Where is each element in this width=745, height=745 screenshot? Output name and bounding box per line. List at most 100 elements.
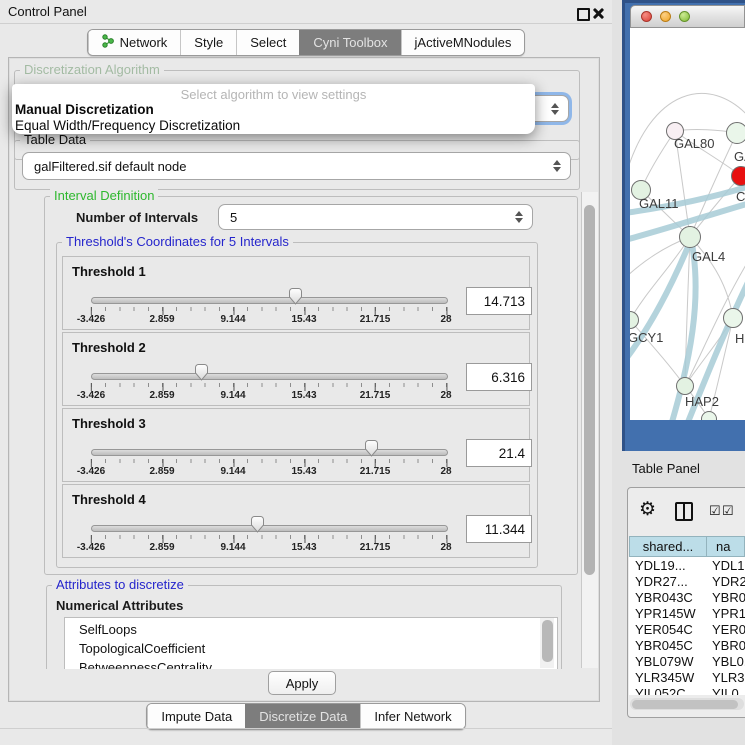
tab[interactable]: Style <box>180 30 236 55</box>
node-label: GAL4 <box>692 249 725 264</box>
attribute-list-item[interactable]: BetweennessCentrality <box>79 658 557 669</box>
tab[interactable]: Cyni Toolbox <box>299 30 400 55</box>
scale-tick-label: -3.426 <box>77 466 105 477</box>
control-panel-titlebar: Control Panel <box>0 0 612 24</box>
network-node-red[interactable] <box>731 166 745 186</box>
cell-name: YBR0... <box>707 638 745 653</box>
network-node[interactable] <box>726 122 745 144</box>
table-row[interactable]: YIL052C YIL0... <box>629 685 745 695</box>
apply-button[interactable]: Apply <box>268 671 336 695</box>
node-label: C <box>736 189 745 204</box>
scale-tick-label: 15.43 <box>291 314 316 325</box>
threshold-list: Threshold 1 -3.426 2.859 <box>62 256 530 560</box>
attribute-list-item[interactable]: SelfLoops <box>79 620 557 639</box>
control-panel-tabbar: Network Style <box>0 29 612 56</box>
network-node[interactable] <box>723 308 743 328</box>
mac-minimize-icon[interactable] <box>660 11 671 22</box>
table-row[interactable]: YLR345W YLR3... <box>629 669 745 685</box>
network-icon <box>102 34 114 51</box>
network-edges <box>630 28 745 420</box>
attributes-list-scrollbar-thumb[interactable] <box>542 620 553 662</box>
close-icon[interactable] <box>592 7 604 19</box>
checkbox-icon[interactable]: ☑ <box>722 503 734 519</box>
cell-shared-name: YIL052C <box>629 686 707 696</box>
column-header-shared[interactable]: shared... <box>629 536 707 557</box>
threshold-value-field[interactable]: 11.344 <box>466 515 532 543</box>
number-of-intervals-select[interactable]: 5 <box>218 204 533 230</box>
table-row[interactable]: YPR145W YPR1... <box>629 605 745 621</box>
table-row[interactable]: YBR045C YBR0... <box>629 637 745 653</box>
slider-scale: -3.426 2.859 9.144 15.43 21.715 28 <box>91 312 446 326</box>
network-node[interactable] <box>701 411 717 420</box>
threshold-panel: Threshold 1 -3.426 2.859 <box>62 256 530 330</box>
slider-thumb-icon[interactable] <box>194 364 209 381</box>
settings-scrollbar-thumb[interactable] <box>584 205 595 575</box>
network-node[interactable] <box>679 226 701 248</box>
slider-scale: -3.426 2.859 9.144 15.43 21.715 28 <box>91 388 446 402</box>
scale-tick-label: 21.715 <box>360 314 391 325</box>
algorithm-option-equal-width[interactable]: Equal Width/Frequency Discretization <box>12 118 535 134</box>
columns-icon[interactable] <box>675 502 693 521</box>
slider-scale: -3.426 2.859 9.144 15.43 21.715 28 <box>91 540 446 554</box>
slider-thumb-icon[interactable] <box>364 440 379 457</box>
node-label: GAL11 <box>639 196 679 211</box>
threshold-panel: Threshold 4 -3.426 2.859 <box>62 484 530 558</box>
attributes-list-scrollbar[interactable] <box>540 618 554 668</box>
checkbox-icon[interactable]: ☑ <box>709 503 721 519</box>
slider-minor-ticks <box>91 307 447 311</box>
threshold-value-field[interactable]: 6.316 <box>466 363 532 391</box>
mac-zoom-icon[interactable] <box>679 11 690 22</box>
cell-name: YDL1... <box>707 558 745 573</box>
gear-icon[interactable]: ⚙ <box>639 498 656 521</box>
table-row[interactable]: YDL19... YDL1... <box>629 557 745 573</box>
slider-thumb-icon[interactable] <box>288 288 303 305</box>
column-header-name[interactable]: na <box>707 536 745 557</box>
tab[interactable]: Infer Network <box>360 704 464 729</box>
table-row[interactable]: YER054C YER0... <box>629 621 745 637</box>
numerical-attributes-list: SelfLoops TopologicalCoefficient Between… <box>64 617 558 669</box>
scale-tick-label: 21.715 <box>360 466 391 477</box>
settings-scrollbar[interactable] <box>581 192 598 668</box>
tab[interactable]: Discretize Data <box>245 704 360 729</box>
table-data-select[interactable]: galFiltered.sif default node <box>22 152 571 180</box>
tab[interactable]: jActiveMNodules <box>401 30 525 55</box>
cell-name: YPR1... <box>707 606 745 621</box>
slider-minor-ticks <box>91 535 447 539</box>
attribute-list-item[interactable]: TopologicalCoefficient <box>79 639 557 658</box>
control-panel-title: Control Panel <box>8 4 87 19</box>
cell-shared-name: YLR345W <box>629 670 707 685</box>
table-horizontal-scrollbar-thumb[interactable] <box>632 700 738 709</box>
threshold-value-field[interactable]: 21.4 <box>466 439 532 467</box>
float-window-icon[interactable] <box>577 8 590 21</box>
tab-label: Style <box>194 35 223 50</box>
network-window-titlebar[interactable] <box>630 5 745 28</box>
scale-tick-label: -3.426 <box>77 542 105 553</box>
tab[interactable]: Select <box>236 30 299 55</box>
scale-tick-label: 2.859 <box>149 390 174 401</box>
network-canvas[interactable]: GAL80 GA C GAL11 GAL4 GCY1 H HAP2 <box>630 28 745 420</box>
scale-tick-label: 28 <box>440 314 451 325</box>
cell-name: YBL0... <box>707 654 745 669</box>
tab-label: Infer Network <box>374 709 451 724</box>
tab[interactable]: Network <box>88 30 181 55</box>
threshold-panel: Threshold 2 -3.426 2.859 <box>62 332 530 406</box>
algorithm-option-manual[interactable]: Manual Discretization <box>12 102 535 118</box>
scale-tick-label: 28 <box>440 390 451 401</box>
mac-close-icon[interactable] <box>641 11 652 22</box>
scale-tick-label: -3.426 <box>77 314 105 325</box>
combo-arrows-icon <box>551 103 559 115</box>
network-node[interactable] <box>676 377 694 395</box>
interval-definition-group-label: Interval Definition <box>50 189 158 203</box>
tab-label: Cyni Toolbox <box>313 35 387 50</box>
scale-tick-label: 2.859 <box>149 466 174 477</box>
table-row[interactable]: YDR27... YDR2... <box>629 573 745 589</box>
threshold-value-field[interactable]: 14.713 <box>466 287 532 315</box>
threshold-coordinates-group-label: Threshold's Coordinates for 5 Intervals <box>62 235 293 249</box>
table-horizontal-scrollbar[interactable] <box>630 698 744 710</box>
slider-minor-ticks <box>91 383 447 387</box>
table-row[interactable]: YBR043C YBR0... <box>629 589 745 605</box>
scale-tick-label: 15.43 <box>291 542 316 553</box>
table-row[interactable]: YBL079W YBL0... <box>629 653 745 669</box>
slider-thumb-icon[interactable] <box>250 516 265 533</box>
tab[interactable]: Impute Data <box>147 704 245 729</box>
